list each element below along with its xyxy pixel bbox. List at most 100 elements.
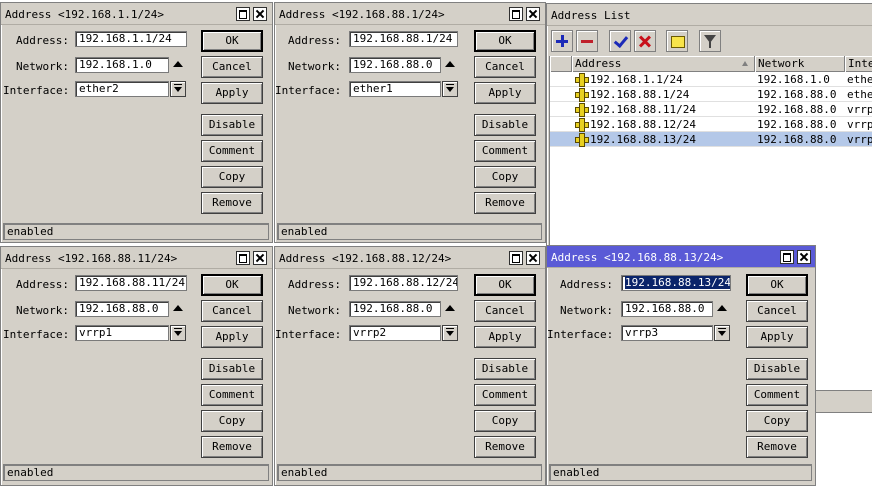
copy-button[interactable]: Copy xyxy=(201,410,263,432)
disable-button[interactable]: Disable xyxy=(201,358,263,380)
cancel-button[interactable]: Cancel xyxy=(201,56,263,78)
window-titlebar[interactable]: Address <192.168.88.13/24> xyxy=(547,246,815,268)
ok-button[interactable]: OK xyxy=(201,30,263,52)
address-window-4: Address <192.168.88.12/24> Address: 192.… xyxy=(274,246,546,486)
status-bar: enabled xyxy=(3,223,269,240)
maximize-icon[interactable] xyxy=(236,7,250,21)
comment-button[interactable]: Comment xyxy=(474,140,536,162)
window-titlebar[interactable]: Address <192.168.88.11/24> xyxy=(1,247,272,269)
table-row[interactable]: 192.168.88.12/24 192.168.88.0 vrrp2 xyxy=(550,117,872,132)
address-field[interactable]: 192.168.88.13/24 xyxy=(621,275,731,291)
header-address[interactable]: Address xyxy=(572,56,755,72)
interface-label: Interface: xyxy=(3,84,70,97)
cancel-button[interactable]: Cancel xyxy=(474,56,536,78)
maximize-icon[interactable] xyxy=(236,251,250,265)
close-icon[interactable] xyxy=(253,251,267,265)
window-titlebar[interactable]: Address <192.168.88.12/24> xyxy=(275,247,545,269)
window-title: Address <192.168.1.1/24> xyxy=(5,8,164,21)
dropdown-icon[interactable] xyxy=(714,325,730,341)
address-field[interactable]: 192.168.88.1/24 xyxy=(349,31,458,47)
remove-button[interactable]: Remove xyxy=(201,436,263,458)
ok-button[interactable]: OK xyxy=(474,30,536,52)
address-label: Address: xyxy=(288,34,341,47)
apply-button[interactable]: Apply xyxy=(746,326,808,348)
interface-select[interactable]: ether1 xyxy=(349,81,441,97)
table-row-selected[interactable]: 192.168.88.13/24 192.168.88.0 vrrp3 xyxy=(550,132,872,147)
close-icon[interactable] xyxy=(253,7,267,21)
address-field[interactable]: 192.168.88.12/24 xyxy=(349,275,458,291)
dropdown-icon[interactable] xyxy=(442,81,458,97)
table-row[interactable]: 192.168.88.1/24 192.168.88.0 ether xyxy=(550,87,872,102)
table-row[interactable]: 192.168.1.1/24 192.168.1.0 ether xyxy=(550,72,872,87)
collapse-arrow-icon[interactable] xyxy=(445,61,455,67)
copy-button[interactable]: Copy xyxy=(746,410,808,432)
collapse-arrow-icon[interactable] xyxy=(445,305,455,311)
disable-button[interactable]: Disable xyxy=(201,114,263,136)
window-titlebar[interactable]: Address <192.168.88.1/24> xyxy=(275,3,545,25)
ok-button[interactable]: OK xyxy=(201,274,263,296)
disable-button[interactable]: Disable xyxy=(746,358,808,380)
address-field[interactable]: 192.168.1.1/24 xyxy=(75,31,187,47)
network-field[interactable]: 192.168.88.0 xyxy=(621,301,713,317)
copy-button[interactable]: Copy xyxy=(201,166,263,188)
collapse-arrow-icon[interactable] xyxy=(717,305,727,311)
copy-button[interactable]: Copy xyxy=(474,410,536,432)
dropdown-icon[interactable] xyxy=(170,81,186,97)
copy-button[interactable]: Copy xyxy=(474,166,536,188)
header-interface[interactable]: Inte xyxy=(845,56,872,72)
maximize-icon[interactable] xyxy=(509,7,523,21)
ok-button[interactable]: OK xyxy=(474,274,536,296)
apply-button[interactable]: Apply xyxy=(474,82,536,104)
cancel-button[interactable]: Cancel xyxy=(474,300,536,322)
enable-button[interactable] xyxy=(609,30,631,52)
maximize-icon[interactable] xyxy=(509,251,523,265)
address-field[interactable]: 192.168.88.11/24 xyxy=(75,275,187,291)
remove-button[interactable]: Remove xyxy=(474,436,536,458)
interface-select[interactable]: vrrp3 xyxy=(621,325,713,341)
close-icon[interactable] xyxy=(526,7,540,21)
filter-icon[interactable] xyxy=(699,30,721,52)
apply-button[interactable]: Apply xyxy=(201,326,263,348)
table-row[interactable]: 192.168.88.11/24 192.168.88.0 vrrp xyxy=(550,102,872,117)
comment-button[interactable]: Comment xyxy=(474,384,536,406)
disable-button[interactable]: Disable xyxy=(474,358,536,380)
comment-button[interactable]: Comment xyxy=(201,140,263,162)
window-titlebar[interactable]: Address <192.168.1.1/24> xyxy=(1,3,272,25)
close-icon[interactable] xyxy=(797,250,811,264)
comment-button[interactable]: Comment xyxy=(746,384,808,406)
address-window-2: Address <192.168.88.1/24> Address: 192.1… xyxy=(274,2,546,243)
apply-button[interactable]: Apply xyxy=(474,326,536,348)
disable-button[interactable]: Disable xyxy=(474,114,536,136)
maximize-icon[interactable] xyxy=(780,250,794,264)
network-field[interactable]: 192.168.88.0 xyxy=(75,301,169,317)
collapse-arrow-icon[interactable] xyxy=(173,305,183,311)
network-field[interactable]: 192.168.88.0 xyxy=(349,301,441,317)
network-field[interactable]: 192.168.1.0 xyxy=(75,57,169,73)
remove-button[interactable]: Remove xyxy=(474,192,536,214)
collapse-arrow-icon[interactable] xyxy=(173,61,183,67)
cancel-button[interactable]: Cancel xyxy=(201,300,263,322)
remove-button[interactable]: Remove xyxy=(201,192,263,214)
dropdown-icon[interactable] xyxy=(170,325,186,341)
network-field[interactable]: 192.168.88.0 xyxy=(349,57,441,73)
disable-button[interactable] xyxy=(634,30,656,52)
ok-button[interactable]: OK xyxy=(746,274,808,296)
address-list-titlebar[interactable]: Address List xyxy=(547,4,872,26)
interface-select[interactable]: vrrp1 xyxy=(75,325,169,341)
remove-button[interactable] xyxy=(576,30,598,52)
cancel-button[interactable]: Cancel xyxy=(746,300,808,322)
interface-select[interactable]: vrrp2 xyxy=(349,325,441,341)
remove-button[interactable]: Remove xyxy=(746,436,808,458)
header-network[interactable]: Network xyxy=(755,56,845,72)
interface-select[interactable]: ether2 xyxy=(75,81,169,97)
interface-label: Interface: xyxy=(275,84,342,97)
dropdown-icon[interactable] xyxy=(442,325,458,341)
close-icon[interactable] xyxy=(526,251,540,265)
interface-label: Interface: xyxy=(547,328,614,341)
status-bar: enabled xyxy=(549,464,812,481)
add-button[interactable] xyxy=(551,30,573,52)
comment-note-icon[interactable] xyxy=(666,30,688,52)
comment-button[interactable]: Comment xyxy=(201,384,263,406)
network-label: Network: xyxy=(288,60,341,73)
apply-button[interactable]: Apply xyxy=(201,82,263,104)
